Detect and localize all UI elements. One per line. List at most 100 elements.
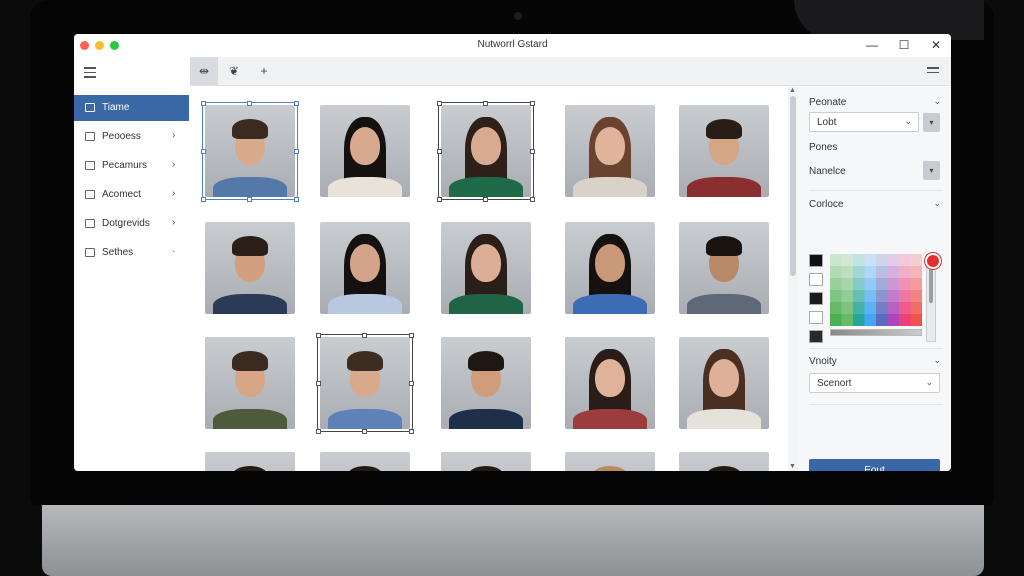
portrait-thumbnail[interactable] — [317, 334, 413, 432]
sidebar-item-3[interactable]: Pecamurs › — [74, 153, 189, 179]
resize-handle[interactable] — [530, 101, 535, 106]
resize-handle[interactable] — [530, 197, 535, 202]
color-swatch[interactable] — [809, 254, 823, 267]
palette-cell[interactable] — [864, 254, 877, 266]
palette-cell[interactable] — [876, 302, 888, 314]
eout-button[interactable]: Eout — [809, 459, 940, 471]
palette-cell[interactable] — [864, 278, 877, 290]
resize-handle[interactable] — [316, 429, 321, 434]
collapse-chevron-icon[interactable]: ⌄ — [933, 96, 941, 107]
palette-cell[interactable] — [876, 314, 888, 326]
palette-cell[interactable] — [876, 266, 888, 278]
color-swatch[interactable] — [809, 273, 823, 286]
scroll-up-icon[interactable]: ▲ — [789, 87, 796, 94]
palette-cell[interactable] — [841, 278, 854, 290]
portrait-thumbnail[interactable] — [679, 105, 769, 197]
maximize-button[interactable]: ☐ — [896, 37, 912, 53]
palette-cell[interactable] — [910, 278, 923, 290]
palette-cell[interactable] — [853, 290, 865, 302]
resize-handle[interactable] — [247, 101, 252, 106]
resize-handle[interactable] — [437, 149, 442, 154]
hamburger-menu-icon[interactable] — [84, 67, 96, 81]
palette-cell[interactable] — [830, 278, 842, 290]
vnoity-select[interactable]: Scenort ⌄ — [809, 373, 940, 393]
minimize-button[interactable]: — — [864, 37, 880, 53]
resize-handle[interactable] — [201, 197, 206, 202]
palette-cell[interactable] — [899, 302, 911, 314]
portrait-thumbnail[interactable] — [320, 452, 410, 471]
resize-handle[interactable] — [530, 149, 535, 154]
portrait-thumbnail[interactable] — [565, 452, 655, 471]
resize-handle[interactable] — [201, 101, 206, 106]
palette-cell[interactable] — [876, 278, 888, 290]
close-button[interactable]: ✕ — [928, 37, 944, 53]
resize-handle[interactable] — [316, 333, 321, 338]
palette-cell[interactable] — [887, 266, 900, 278]
dropdown-toggle-button[interactable]: ▾ — [923, 113, 940, 132]
palette-cell[interactable] — [853, 278, 865, 290]
color-swatch[interactable] — [809, 330, 823, 343]
palette-cell[interactable] — [887, 302, 900, 314]
bird-icon[interactable]: ❦ — [220, 57, 248, 85]
scroll-down-icon[interactable]: ▼ — [789, 463, 796, 470]
portrait-thumbnail[interactable] — [565, 105, 655, 197]
portrait-thumbnail[interactable] — [679, 222, 769, 314]
palette-cell[interactable] — [841, 302, 854, 314]
scrollbar-thumb[interactable] — [790, 96, 796, 276]
palette-cell[interactable] — [830, 266, 842, 278]
palette-cell[interactable] — [876, 290, 888, 302]
resize-handle[interactable] — [437, 101, 442, 106]
sidebar-item-2[interactable]: Peooess › — [74, 124, 189, 150]
palette-cell[interactable] — [899, 254, 911, 266]
palette-cell[interactable] — [887, 254, 900, 266]
color-swatch[interactable] — [809, 311, 823, 324]
palette-cell[interactable] — [841, 254, 854, 266]
portrait-thumbnail[interactable] — [565, 222, 655, 314]
palette-cell[interactable] — [853, 266, 865, 278]
palette-cell[interactable] — [841, 314, 854, 326]
resize-handle[interactable] — [409, 333, 414, 338]
panel-menu-icon[interactable] — [927, 67, 939, 76]
palette-cell[interactable] — [887, 278, 900, 290]
sidebar-item-6[interactable]: Sethes · — [74, 240, 189, 266]
resize-handle[interactable] — [409, 429, 414, 434]
palette-cell[interactable] — [830, 290, 842, 302]
resize-handle[interactable] — [247, 197, 252, 202]
hue-slider[interactable] — [830, 329, 922, 336]
selected-color-indicator[interactable] — [925, 253, 941, 269]
resize-handle[interactable] — [409, 381, 414, 386]
resize-handle[interactable] — [362, 333, 367, 338]
portrait-thumbnail[interactable] — [679, 452, 769, 471]
palette-cell[interactable] — [876, 254, 888, 266]
palette-cell[interactable] — [853, 314, 865, 326]
palette-cell[interactable] — [864, 290, 877, 302]
resize-handle[interactable] — [362, 429, 367, 434]
palette-cell[interactable] — [910, 254, 923, 266]
color-palette[interactable] — [830, 254, 922, 326]
collapse-chevron-icon[interactable]: ⌄ — [933, 355, 941, 366]
palette-cell[interactable] — [830, 254, 842, 266]
portrait-thumbnail[interactable] — [441, 337, 531, 429]
nanelce-toggle-button[interactable]: ▾ — [923, 161, 940, 180]
resize-handle[interactable] — [294, 101, 299, 106]
portrait-thumbnail[interactable] — [205, 452, 295, 471]
palette-cell[interactable] — [910, 314, 923, 326]
palette-cell[interactable] — [899, 314, 911, 326]
sidebar-item-5[interactable]: Dotgrevids › — [74, 211, 189, 237]
palette-cell[interactable] — [830, 314, 842, 326]
palette-cell[interactable] — [899, 278, 911, 290]
palette-cell[interactable] — [899, 290, 911, 302]
portrait-thumbnail[interactable] — [205, 337, 295, 429]
palette-cell[interactable] — [853, 302, 865, 314]
palette-cell[interactable] — [910, 302, 923, 314]
adjust-icon[interactable]: ⇹ — [190, 57, 218, 85]
resize-handle[interactable] — [201, 149, 206, 154]
portrait-thumbnail[interactable] — [320, 222, 410, 314]
resize-handle[interactable] — [294, 197, 299, 202]
peonate-select[interactable]: Lobt ⌄ — [809, 112, 919, 132]
portrait-thumbnail[interactable] — [679, 337, 769, 429]
color-swatch[interactable] — [809, 292, 823, 305]
portrait-thumbnail[interactable] — [320, 105, 410, 197]
palette-cell[interactable] — [841, 266, 854, 278]
collapse-chevron-icon[interactable]: ⌄ — [933, 198, 941, 209]
